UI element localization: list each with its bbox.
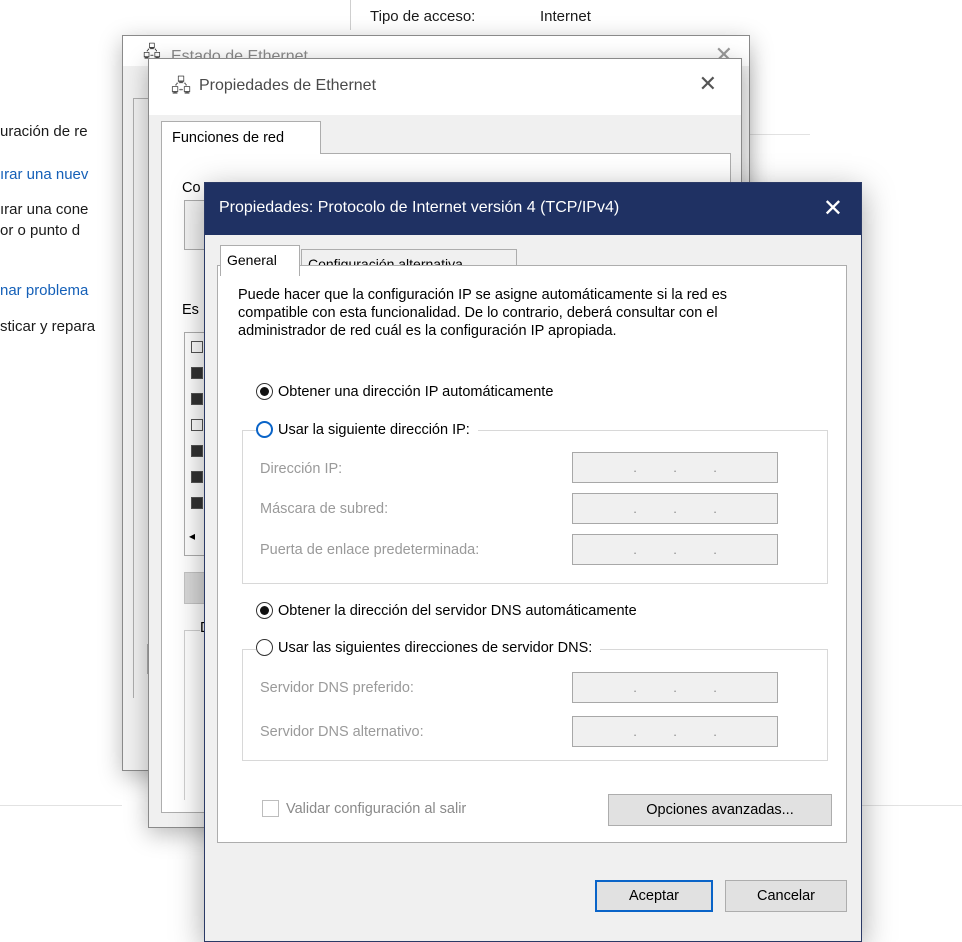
validate-label: Validar configuración al salir bbox=[286, 800, 467, 817]
component-checkbox[interactable] bbox=[191, 471, 203, 483]
ethernet-properties-titlebar: 🖧 Propiedades de Ethernet ✕ bbox=[149, 59, 741, 115]
scroll-left-icon[interactable]: ◂ bbox=[189, 529, 195, 543]
general-tab-panel: Puede hacer que la configuración IP se a… bbox=[217, 265, 847, 843]
cancel-button[interactable]: Cancelar bbox=[725, 880, 847, 912]
ip-dot: . bbox=[633, 680, 637, 695]
ip-address-label: Dirección IP: bbox=[260, 461, 343, 477]
ip-dot: . bbox=[633, 460, 637, 475]
preferred-dns-input[interactable]: . . . bbox=[572, 672, 778, 703]
ip-dot: . bbox=[713, 501, 717, 516]
network-adapter-icon: 🖧 bbox=[171, 76, 192, 96]
dialog-description: Puede hacer que la configuración IP se a… bbox=[238, 287, 728, 339]
default-gateway-input[interactable]: . . . bbox=[572, 534, 778, 565]
component-checkbox[interactable] bbox=[191, 393, 203, 405]
component-checkbox[interactable] bbox=[191, 445, 203, 457]
connect-using-label: Co bbox=[182, 180, 201, 196]
dns-manual-radio[interactable]: Usar las siguientes direcciones de servi… bbox=[256, 639, 601, 656]
ip-dot: . bbox=[673, 460, 677, 475]
close-icon[interactable]: ✕ bbox=[823, 194, 843, 223]
ethernet-properties-title: Propiedades de Ethernet bbox=[199, 77, 377, 94]
tab-label: General bbox=[227, 252, 277, 268]
ip-auto-label: Obtener una dirección IP automáticamente bbox=[278, 383, 554, 400]
ip-manual-radio[interactable]: Usar la siguiente dirección IP: bbox=[256, 421, 478, 438]
cancel-label: Cancelar bbox=[756, 888, 816, 904]
validate-on-exit-checkbox[interactable]: Validar configuración al salir bbox=[262, 800, 466, 817]
background-separator bbox=[740, 134, 810, 135]
ip-dot: . bbox=[673, 542, 677, 557]
ip-dot: . bbox=[673, 680, 677, 695]
ip-auto-radio[interactable]: Obtener una dirección IP automáticamente bbox=[256, 383, 553, 400]
ip-dot: . bbox=[713, 460, 717, 475]
background-text-line: sticar y repara bbox=[0, 318, 96, 335]
ipv4-dialog-titlebar: Propiedades: Protocolo de Internet versi… bbox=[205, 183, 861, 235]
ip-address-input[interactable]: . . . bbox=[572, 452, 778, 483]
component-checkbox[interactable] bbox=[191, 367, 203, 379]
access-type-value: Internet bbox=[540, 8, 591, 25]
background-link[interactable]: nar problema bbox=[0, 282, 88, 299]
ip-dot: . bbox=[713, 542, 717, 557]
tab-label: Funciones de red bbox=[172, 130, 285, 146]
alternate-dns-label: Servidor DNS alternativo: bbox=[260, 724, 424, 740]
alternate-dns-input[interactable]: . . . bbox=[572, 716, 778, 747]
tab-funciones-de-red[interactable]: Funciones de red bbox=[161, 121, 321, 154]
background-bottom-separator bbox=[862, 805, 962, 806]
subnet-mask-input[interactable]: . . . bbox=[572, 493, 778, 524]
checkbox-icon[interactable] bbox=[262, 800, 279, 817]
background-text-line: or o punto d bbox=[0, 222, 81, 239]
ok-label: Aceptar bbox=[629, 888, 679, 904]
component-checkbox[interactable] bbox=[191, 497, 203, 509]
close-icon[interactable]: ✕ bbox=[699, 73, 717, 95]
ip-dot: . bbox=[633, 542, 637, 557]
background-text-line: ırar una cone bbox=[0, 201, 89, 218]
radio-unselected-icon[interactable] bbox=[256, 421, 273, 438]
ip-manual-label: Usar la siguiente dirección IP: bbox=[278, 421, 470, 438]
ipv4-dialog-title: Propiedades: Protocolo de Internet versi… bbox=[219, 199, 620, 216]
ip-dot: . bbox=[713, 724, 717, 739]
dns-auto-radio[interactable]: Obtener la dirección del servidor DNS au… bbox=[256, 602, 637, 619]
radio-selected-icon[interactable] bbox=[256, 383, 273, 400]
background-link[interactable]: ırar una nuev bbox=[0, 166, 88, 183]
default-gateway-label: Puerta de enlace predeterminada: bbox=[260, 542, 480, 558]
advanced-options-button[interactable]: Opciones avanzadas... bbox=[608, 794, 832, 826]
dns-manual-label: Usar las siguientes direcciones de servi… bbox=[278, 639, 593, 656]
components-label: Es bbox=[182, 302, 199, 318]
radio-unselected-icon[interactable] bbox=[256, 639, 273, 656]
component-checkbox[interactable] bbox=[191, 341, 203, 353]
advanced-options-label: Opciones avanzadas... bbox=[646, 802, 794, 818]
background-divider bbox=[350, 0, 351, 30]
ip-dot: . bbox=[673, 724, 677, 739]
tab-general[interactable]: General bbox=[220, 245, 300, 276]
ip-dot: . bbox=[633, 501, 637, 516]
ip-dot: . bbox=[673, 501, 677, 516]
ok-button[interactable]: Aceptar bbox=[595, 880, 713, 912]
ip-dot: . bbox=[713, 680, 717, 695]
subnet-mask-label: Máscara de subred: bbox=[260, 501, 389, 517]
background-bottom-separator bbox=[0, 805, 122, 806]
ip-dot: . bbox=[633, 724, 637, 739]
ipv4-properties-dialog: Propiedades: Protocolo de Internet versi… bbox=[204, 182, 862, 942]
access-type-label: Tipo de acceso: bbox=[370, 8, 476, 25]
background-text-line: uración de re bbox=[0, 123, 88, 140]
preferred-dns-label: Servidor DNS preferido: bbox=[260, 680, 414, 696]
component-checkbox[interactable] bbox=[191, 419, 203, 431]
radio-selected-icon[interactable] bbox=[256, 602, 273, 619]
dns-auto-label: Obtener la dirección del servidor DNS au… bbox=[278, 602, 637, 619]
